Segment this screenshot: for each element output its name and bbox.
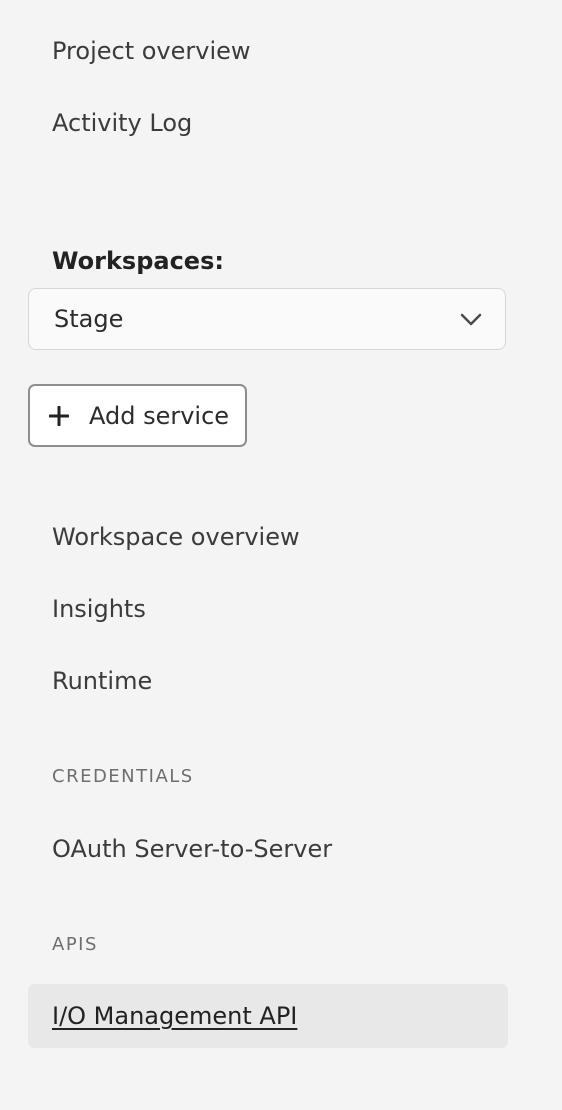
plus-icon bbox=[48, 405, 70, 427]
add-service-button[interactable]: Add service bbox=[28, 384, 247, 447]
nav-insights[interactable]: Insights bbox=[52, 593, 146, 625]
workspace-picker[interactable]: Stage bbox=[28, 288, 506, 350]
nav-oauth-server-to-server[interactable]: OAuth Server-to-Server bbox=[52, 833, 332, 865]
nav-io-management-api-label: I/O Management API bbox=[52, 1002, 298, 1030]
nav-activity-log[interactable]: Activity Log bbox=[52, 107, 192, 139]
add-service-label: Add service bbox=[89, 402, 230, 430]
nav-workspace-overview[interactable]: Workspace overview bbox=[52, 521, 300, 553]
apis-heading: APIS bbox=[52, 934, 98, 955]
nav-project-overview[interactable]: Project overview bbox=[52, 35, 251, 67]
side-navigation: Project overview Activity Log Workspaces… bbox=[0, 0, 562, 1110]
workspaces-label: Workspaces: bbox=[52, 247, 224, 275]
nav-runtime[interactable]: Runtime bbox=[52, 665, 152, 697]
credentials-heading: CREDENTIALS bbox=[52, 766, 194, 787]
workspace-picker-value: Stage bbox=[54, 305, 124, 333]
chevron-down-icon bbox=[459, 307, 483, 331]
nav-io-management-api[interactable]: I/O Management API bbox=[28, 984, 508, 1048]
